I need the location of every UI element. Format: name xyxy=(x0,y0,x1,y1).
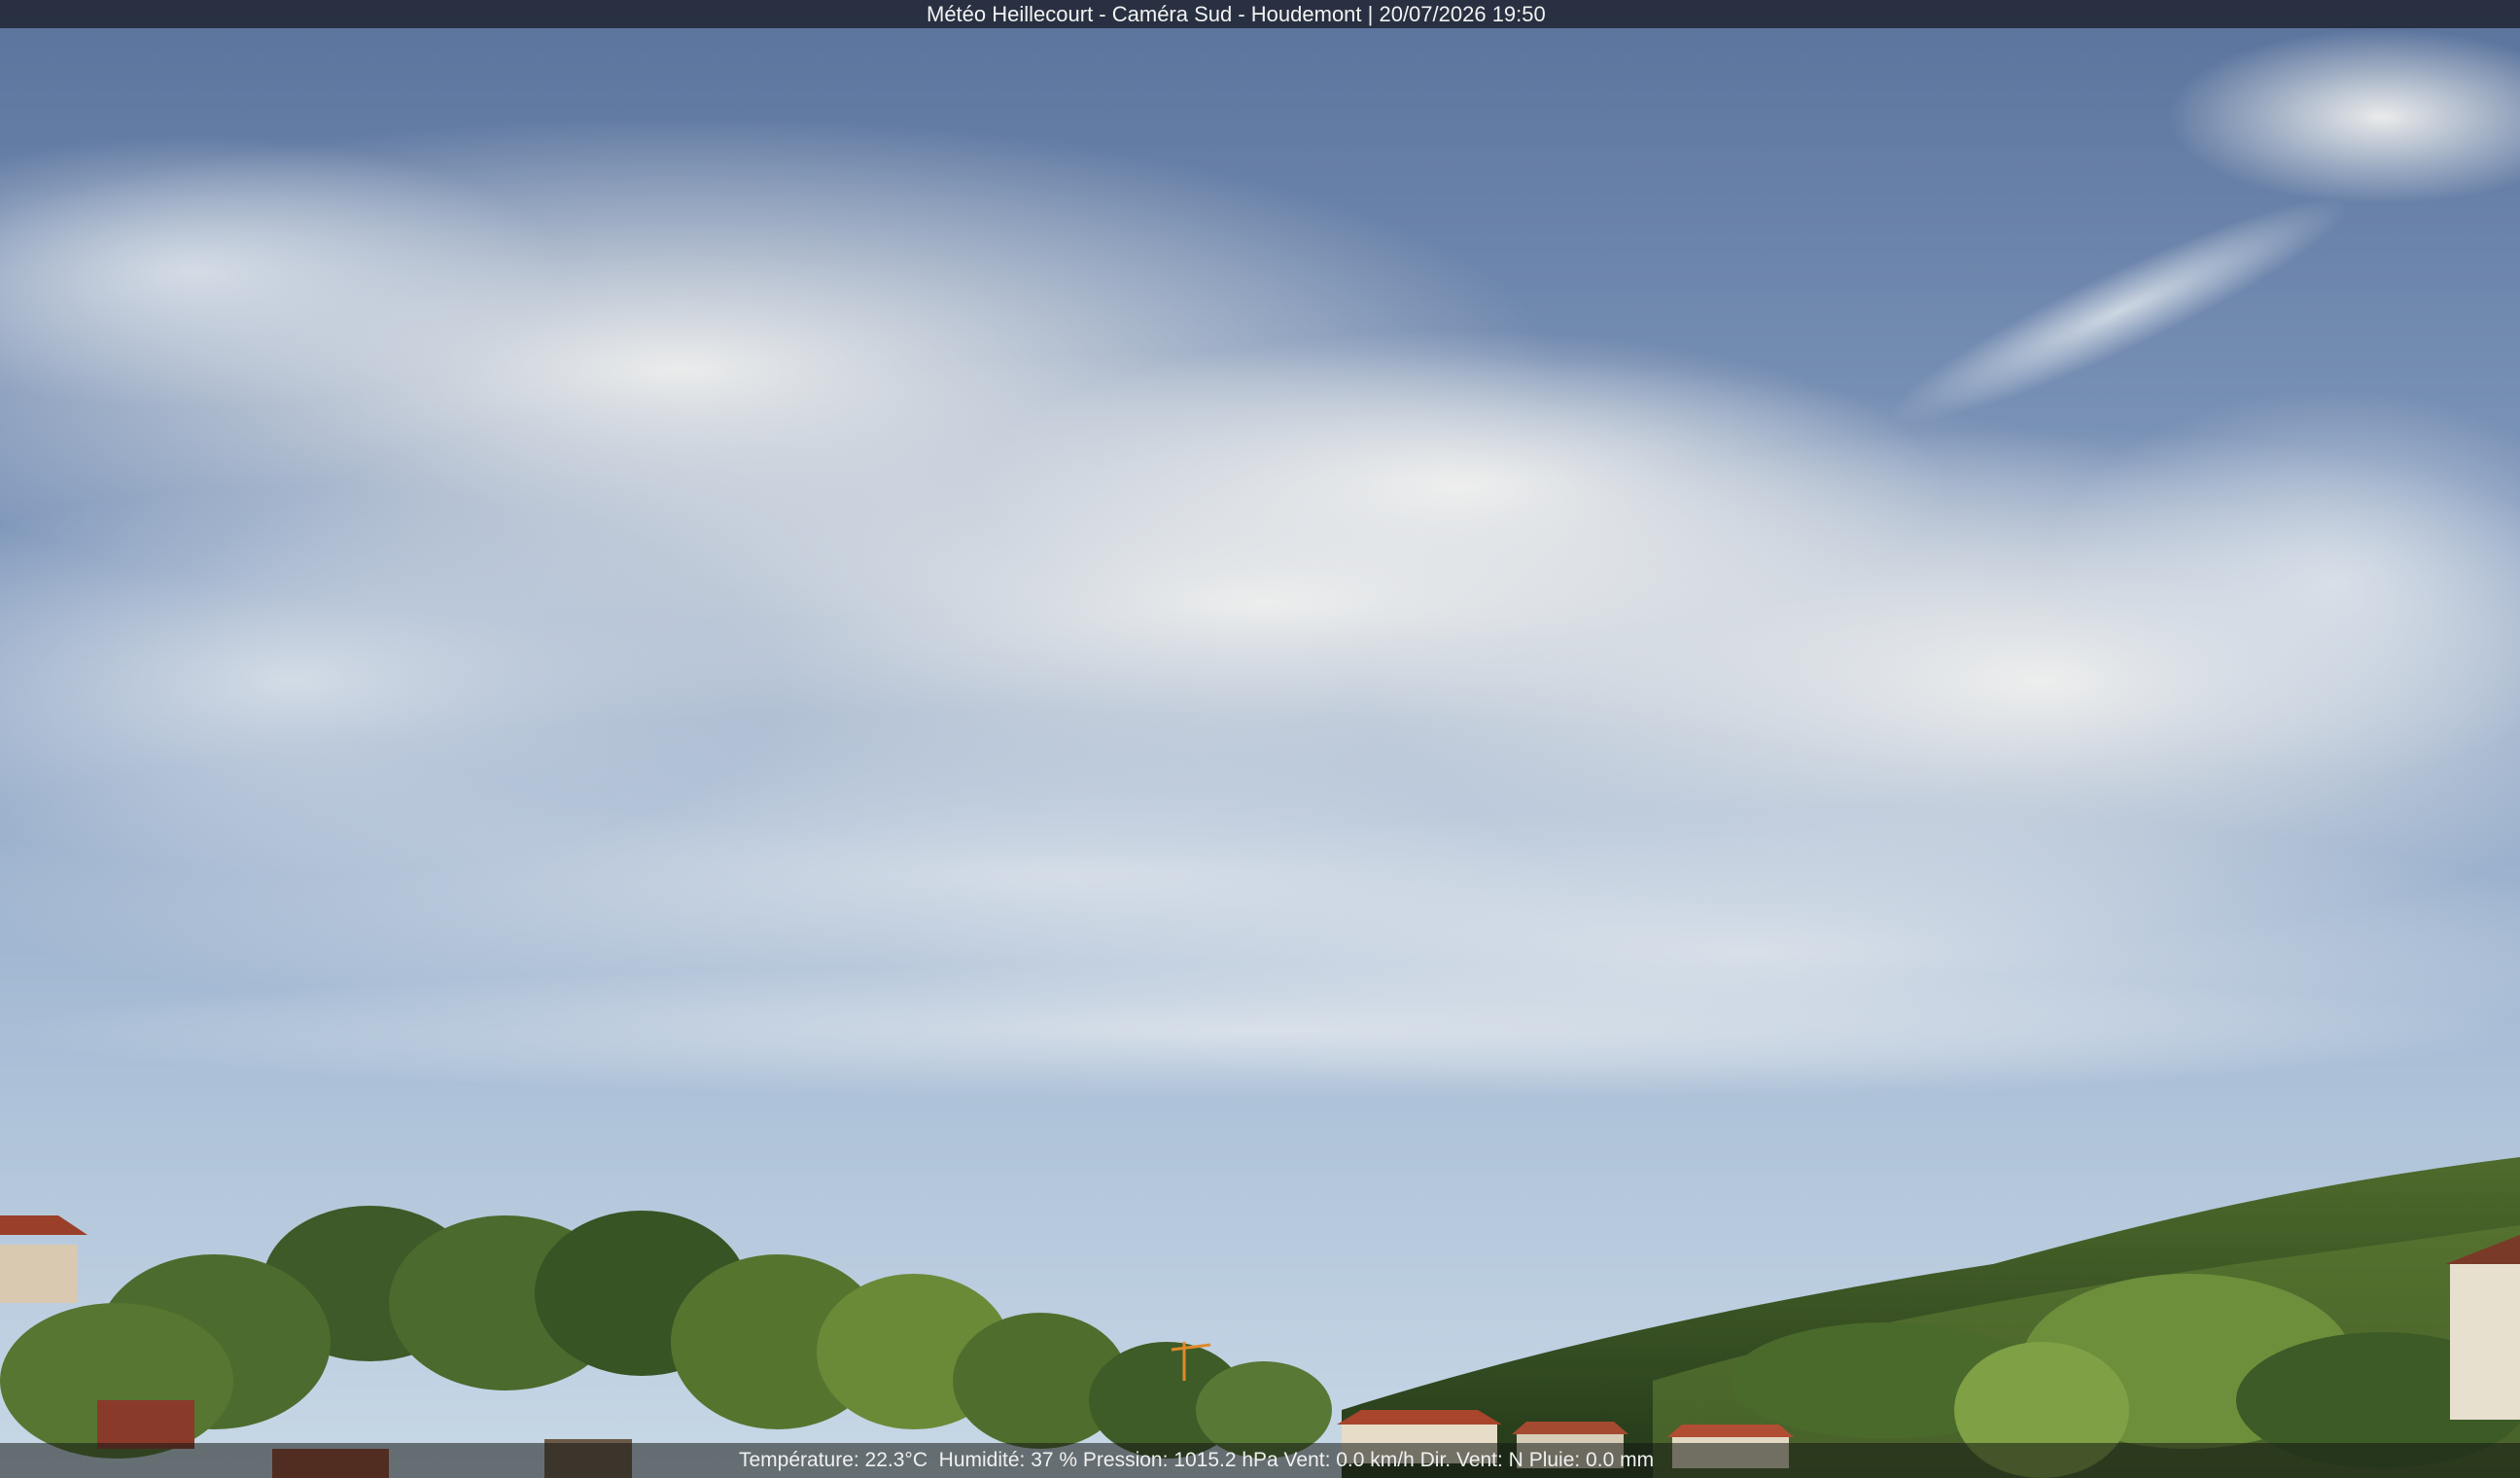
humidity-readout: Humidité: 37 % xyxy=(932,1449,1083,1471)
sky-landscape xyxy=(0,0,2520,1478)
webcam-image xyxy=(0,0,2520,1478)
weather-info-bar: Température: 22.3°C Humidité: 37 % Press… xyxy=(0,1443,2520,1478)
camera-title: Météo Heillecourt - Caméra Sud - Houdemo… xyxy=(927,2,1546,26)
camera-title-bar: Météo Heillecourt - Caméra Sud - Houdemo… xyxy=(0,0,2520,28)
pressure-readout: Pression: 1015.2 hPa xyxy=(1082,1449,1284,1471)
temperature-readout: Température: 22.3°C xyxy=(739,1449,933,1471)
weather-readout: Température: 22.3°C Humidité: 37 % Press… xyxy=(739,1449,1654,1472)
rain-readout: Pluie: 0.0 mm xyxy=(1528,1449,1655,1471)
wind-speed-readout: Vent: 0.0 km/h xyxy=(1283,1449,1420,1471)
wind-direction-readout: Dir. Vent: N xyxy=(1419,1449,1529,1471)
